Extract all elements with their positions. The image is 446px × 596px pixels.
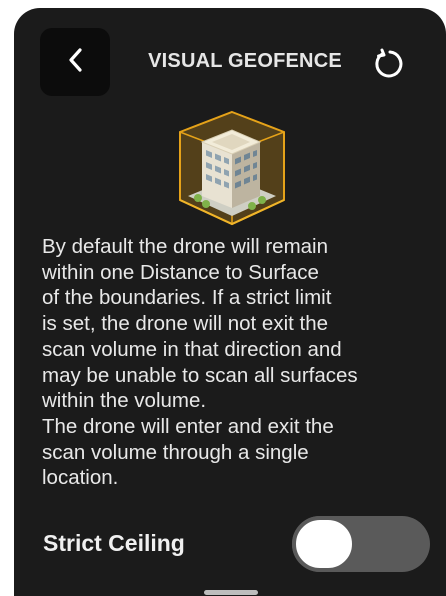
refresh-icon [373,47,407,86]
description-paragraph: By default the drone will remain within … [42,235,358,413]
reset-button[interactable] [370,46,410,86]
back-button[interactable] [40,28,110,96]
description-paragraph: The drone will enter and exit the scan v… [42,414,334,490]
home-indicator [204,590,258,595]
strict-ceiling-label: Strict Ceiling [43,530,185,556]
toggle-knob [292,516,356,572]
page-title: VISUAL GEOFENCE [148,50,342,72]
geofence-description: By default the drone will remain within … [42,234,438,491]
strict-ceiling-toggle[interactable] [292,516,430,572]
building-geofence-icon [176,108,288,228]
geofence-panel: VISUAL GEOFENCE By default the drone wil… [14,8,446,596]
chevron-left-icon [67,47,83,78]
